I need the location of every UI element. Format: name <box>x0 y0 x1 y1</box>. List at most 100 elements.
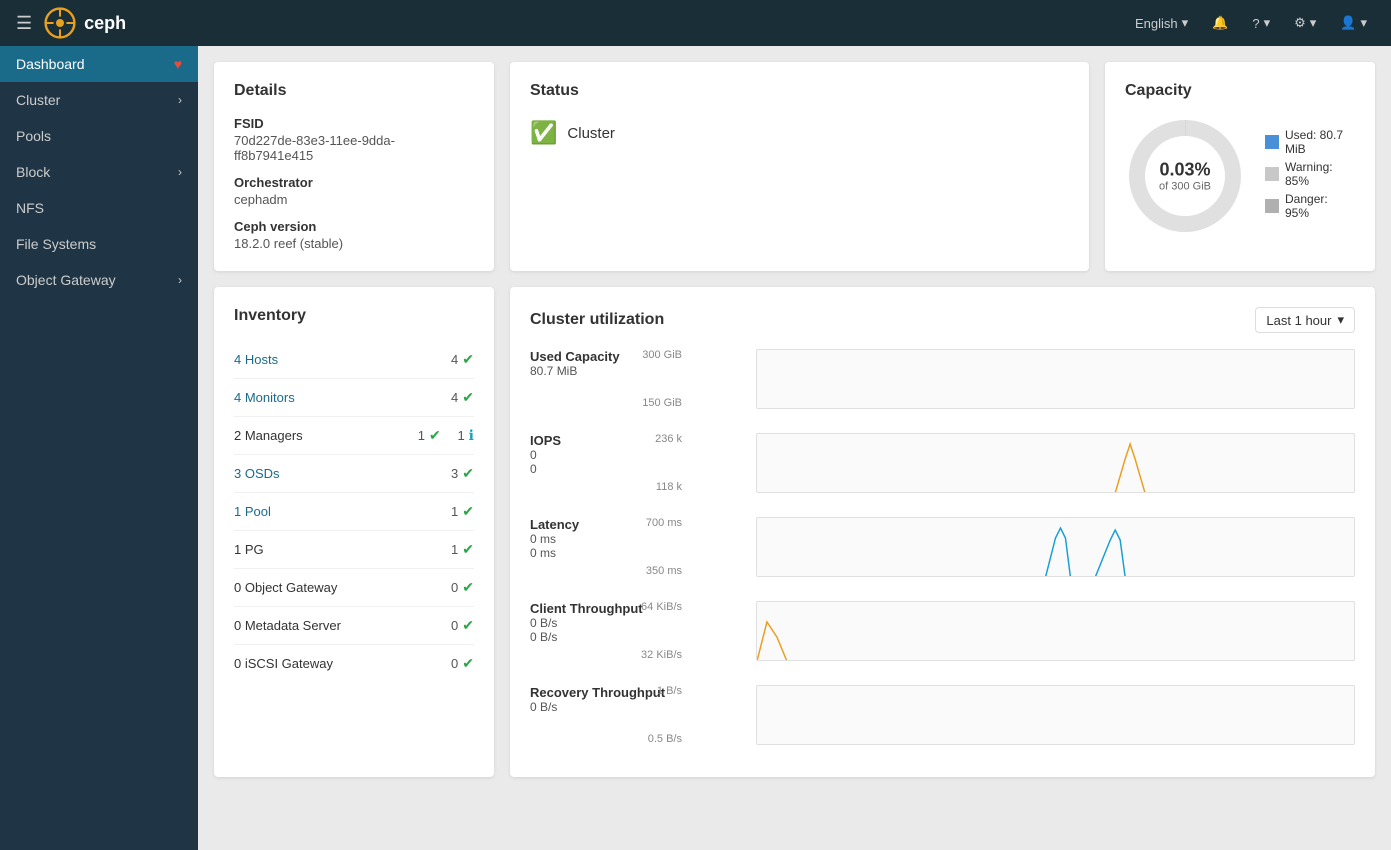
sidebar-item-dashboard[interactable]: Dashboard ♥ <box>0 46 198 82</box>
heart-icon: ♥ <box>174 56 182 72</box>
capacity-chart-svg-wrap <box>756 349 1355 409</box>
language-button[interactable]: English ▾ <box>1127 11 1196 35</box>
notifications-button[interactable]: 🔔 <box>1204 11 1236 35</box>
capacity-title: Capacity <box>1125 82 1355 100</box>
list-item: 1 Pool 1 ✔ <box>234 493 474 531</box>
monitors-link[interactable]: 4 Monitors <box>234 390 438 405</box>
capacity-percentage: 0.03% <box>1159 160 1211 181</box>
list-item: 0 iSCSI Gateway 0 ✔ <box>234 645 474 682</box>
sidebar-item-label: Object Gateway <box>16 272 116 288</box>
chevron-right-icon: › <box>178 93 182 107</box>
chevron-right-icon: › <box>178 273 182 287</box>
navbar-right: English ▾ 🔔 ? ▾ ⚙ ▾ 👤 ▾ <box>1127 11 1375 35</box>
legend-label-danger: Danger: 95% <box>1285 192 1355 220</box>
ok-icon: ✔ <box>462 351 474 368</box>
chevron-right-icon: › <box>178 165 182 179</box>
managers-count: 1 ✔ 1 ℹ <box>405 427 474 444</box>
list-item: 0 Object Gateway 0 ✔ <box>234 569 474 607</box>
sidebar-item-block[interactable]: Block › <box>0 154 198 190</box>
utilization-card: Cluster utilization Last 1 hour ▾ Used C… <box>510 287 1375 777</box>
status-title: Status <box>530 82 1069 100</box>
sidebar-item-label: File Systems <box>16 236 96 252</box>
iops-chart-svg-wrap <box>756 433 1355 493</box>
list-item: 4 Monitors 4 ✔ <box>234 379 474 417</box>
legend-label-warning: Warning: 85% <box>1285 160 1355 188</box>
monitors-count: 4 ✔ <box>438 389 474 406</box>
sidebar-item-cluster[interactable]: Cluster › <box>0 82 198 118</box>
utilization-title: Cluster utilization <box>530 311 664 329</box>
metric-recovery-throughput-chart: 1 B/s 0.5 B/s <box>686 685 1355 745</box>
client-throughput-chart-svg-wrap <box>756 601 1355 661</box>
iscsi-gateway-label: 0 iSCSI Gateway <box>234 656 438 671</box>
sidebar-item-pools[interactable]: Pools <box>0 118 198 154</box>
pool-count: 1 ✔ <box>438 503 474 520</box>
user-icon: 👤 <box>1340 15 1356 31</box>
ok-icon: ✔ <box>462 389 474 406</box>
user-button[interactable]: 👤 ▾ <box>1332 11 1375 35</box>
sidebar-item-object-gateway[interactable]: Object Gateway › <box>0 262 198 298</box>
bottom-row: Inventory 4 Hosts 4 ✔ 4 Monitors 4 ✔ <box>214 287 1375 777</box>
info-icon: ℹ <box>469 427 474 444</box>
pool-link[interactable]: 1 Pool <box>234 504 438 519</box>
metric-iops: IOPS 0 0 236 k 118 k <box>530 433 1355 493</box>
fsid-value: 70d227de-83e3-11ee-9dda-ff8b7941e415 <box>234 133 474 163</box>
list-item: 4 Hosts 4 ✔ <box>234 341 474 379</box>
list-item: 1 PG 1 ✔ <box>234 531 474 569</box>
capacity-legend: Used: 80.7 MiB Warning: 85% Danger: 95% <box>1265 128 1355 224</box>
ok-icon: ✔ <box>462 579 474 596</box>
legend-color-used <box>1265 135 1279 149</box>
metric-capacity-chart: 300 GiB 150 GiB <box>686 349 1355 409</box>
status-card: Status ✅ Cluster <box>510 62 1089 271</box>
sidebar-item-label: Dashboard <box>16 56 85 72</box>
sidebar-item-label: Block <box>16 164 50 180</box>
inventory-card: Inventory 4 Hosts 4 ✔ 4 Monitors 4 ✔ <box>214 287 494 777</box>
hamburger-button[interactable]: ☰ <box>16 13 32 34</box>
legend-color-warning <box>1265 167 1279 181</box>
list-item: 0 Metadata Server 0 ✔ <box>234 607 474 645</box>
list-item: 3 OSDs 3 ✔ <box>234 455 474 493</box>
help-button[interactable]: ? ▾ <box>1244 11 1278 35</box>
chevron-down-icon: ▾ <box>1337 312 1344 328</box>
donut-chart: 0.03% of 300 GiB <box>1125 116 1245 236</box>
utilization-header: Cluster utilization Last 1 hour ▾ <box>530 307 1355 333</box>
list-item: 2 Managers 1 ✔ 1 ℹ <box>234 417 474 455</box>
capacity-content: 0.03% of 300 GiB Used: 80.7 MiB Warning:… <box>1125 116 1355 236</box>
capacity-of-label: of 300 GiB <box>1159 181 1211 193</box>
osds-link[interactable]: 3 OSDs <box>234 466 438 481</box>
legend-used: Used: 80.7 MiB <box>1265 128 1355 156</box>
bell-icon: 🔔 <box>1212 15 1228 31</box>
iscsi-gateway-count: 0 ✔ <box>438 655 474 672</box>
pg-label: 1 PG <box>234 542 438 557</box>
legend-warning: Warning: 85% <box>1265 160 1355 188</box>
ok-icon: ✔ <box>462 503 474 520</box>
orchestrator-value: cephadm <box>234 192 474 207</box>
recovery-throughput-chart-svg-wrap <box>756 685 1355 745</box>
sidebar-item-file-systems[interactable]: File Systems <box>0 226 198 262</box>
metric-client-throughput: Client Throughput 0 B/s 0 B/s 64 KiB/s 3… <box>530 601 1355 661</box>
metrics-list: Used Capacity 80.7 MiB 300 GiB 150 GiB <box>530 349 1355 757</box>
legend-color-danger <box>1265 199 1279 213</box>
time-select-dropdown[interactable]: Last 1 hour ▾ <box>1255 307 1355 333</box>
details-card: Details FSID 70d227de-83e3-11ee-9dda-ff8… <box>214 62 494 271</box>
latency-chart-svg <box>757 518 1354 577</box>
object-gateway-label: 0 Object Gateway <box>234 580 438 595</box>
orchestrator-label: Orchestrator <box>234 175 474 190</box>
iops-chart-svg <box>757 434 1354 493</box>
legend-danger: Danger: 95% <box>1265 192 1355 220</box>
layout: Dashboard ♥ Cluster › Pools Block › NFS … <box>0 0 1391 850</box>
inventory-title: Inventory <box>234 307 474 325</box>
gear-icon: ⚙ <box>1294 15 1306 31</box>
sidebar-item-label: NFS <box>16 200 44 216</box>
metric-recovery-throughput: Recovery Throughput 0 B/s 1 B/s 0.5 B/s <box>530 685 1355 745</box>
capacity-chart-svg <box>757 350 1354 409</box>
top-cards-row: Details FSID 70d227de-83e3-11ee-9dda-ff8… <box>214 62 1375 271</box>
metric-client-throughput-chart: 64 KiB/s 32 KiB/s <box>686 601 1355 661</box>
hosts-link[interactable]: 4 Hosts <box>234 352 438 367</box>
metric-latency: Latency 0 ms 0 ms 700 ms 350 ms <box>530 517 1355 577</box>
sidebar-item-nfs[interactable]: NFS <box>0 190 198 226</box>
capacity-card: Capacity 0.03% of 300 GiB <box>1105 62 1375 271</box>
settings-button[interactable]: ⚙ ▾ <box>1286 11 1324 35</box>
recovery-throughput-chart-svg <box>757 686 1354 745</box>
time-select-label: Last 1 hour <box>1266 313 1331 328</box>
ok-icon: ✔ <box>462 655 474 672</box>
